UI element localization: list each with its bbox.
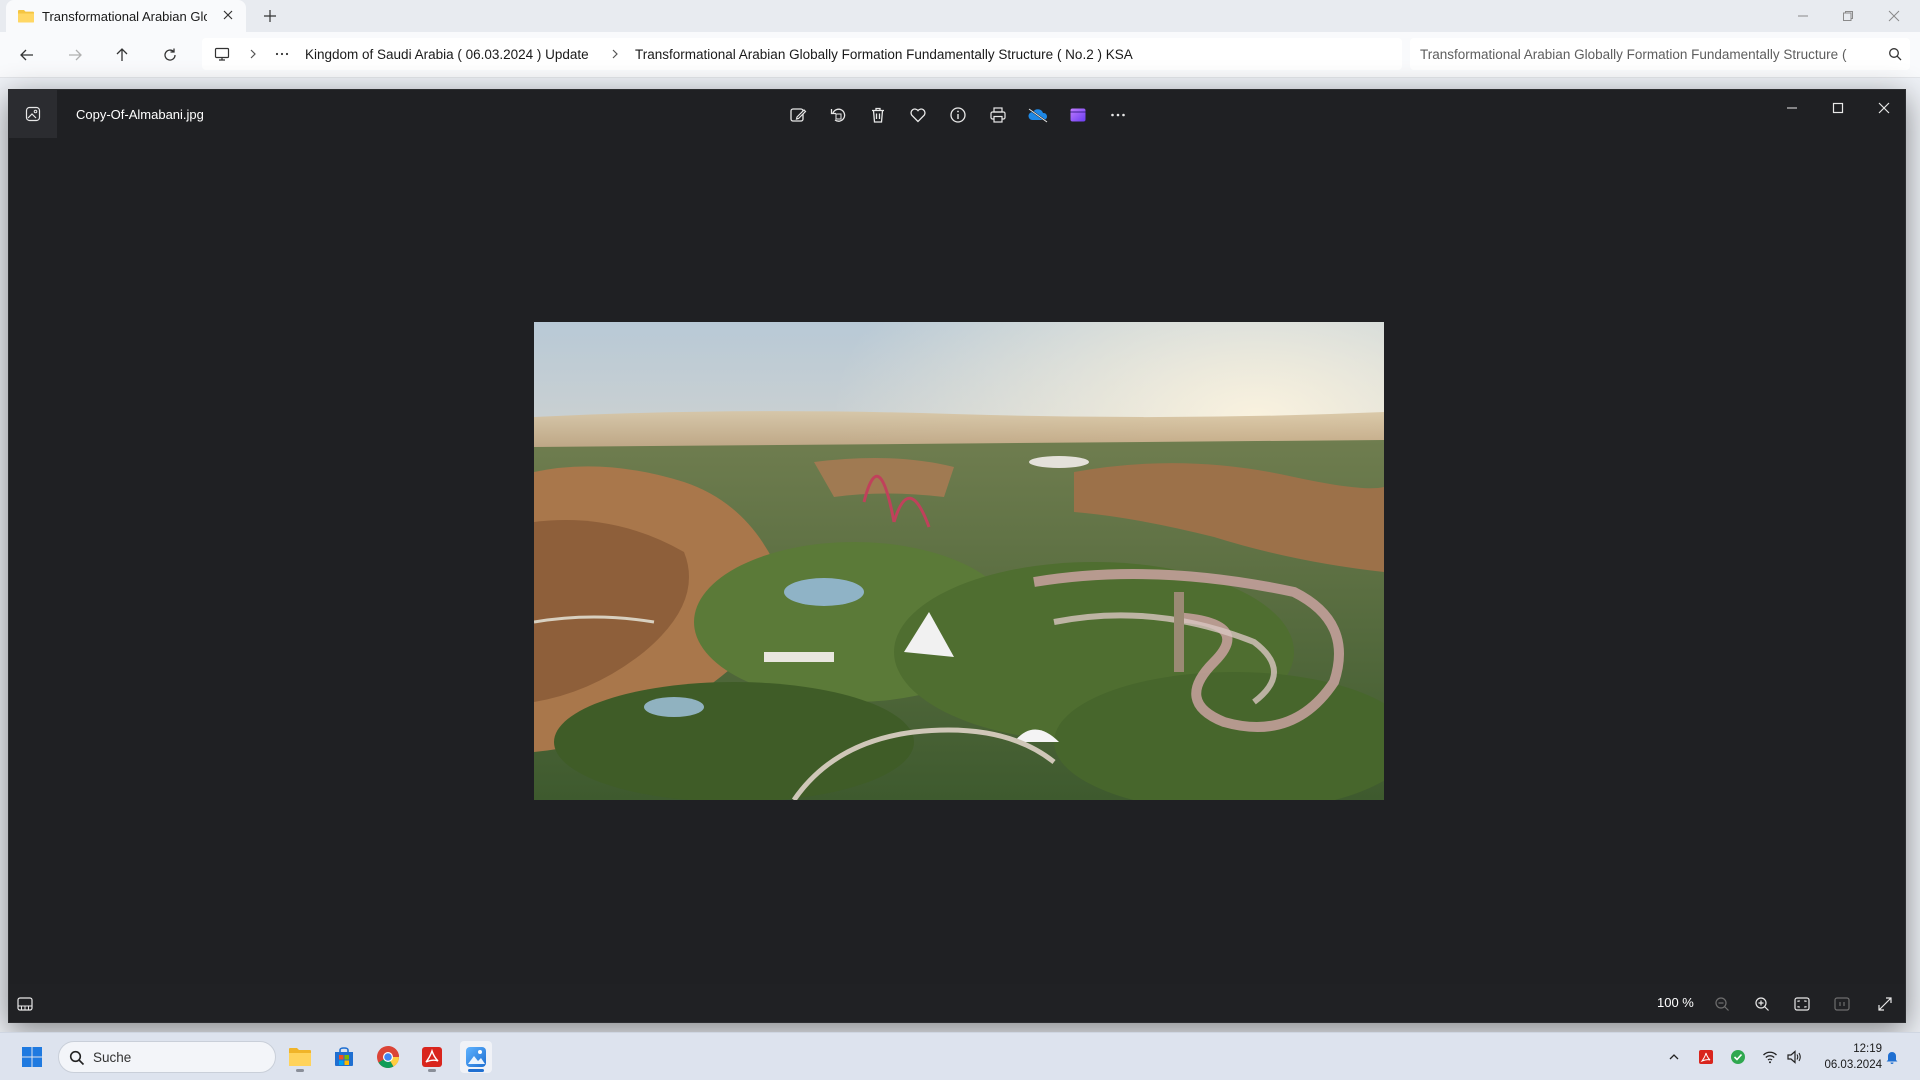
- clipchamp-icon[interactable]: [1067, 104, 1089, 126]
- edit-icon[interactable]: [787, 104, 809, 126]
- new-tab-icon[interactable]: [262, 8, 278, 24]
- system-clock[interactable]: 12:19 06.03.2024: [1806, 1041, 1882, 1073]
- print-icon[interactable]: [987, 104, 1009, 126]
- photos-filename: Copy-Of-Almabani.jpg: [76, 107, 204, 122]
- more-icon[interactable]: [1107, 104, 1129, 126]
- chevron-up-icon[interactable]: [1664, 1047, 1684, 1067]
- onedrive-icon[interactable]: [1027, 104, 1049, 126]
- favorite-icon[interactable]: [907, 104, 929, 126]
- back-arrow-icon[interactable]: [17, 45, 37, 65]
- explorer-minimize-icon[interactable]: [1793, 6, 1813, 26]
- tab-close-icon[interactable]: [222, 9, 234, 21]
- fit-to-window-icon[interactable]: [1792, 994, 1812, 1014]
- forward-arrow-icon[interactable]: [65, 45, 85, 65]
- explorer-nav-bar: Kingdom of Saudi Arabia ( 06.03.2024 ) U…: [0, 32, 1920, 78]
- info-icon[interactable]: [947, 104, 969, 126]
- explorer-tab[interactable]: Transformational Arabian Glob: [6, 0, 246, 32]
- taskbar-search-placeholder: Suche: [93, 1050, 132, 1065]
- file-explorer-icon[interactable]: [284, 1041, 316, 1073]
- photos-close-icon[interactable]: [1872, 98, 1896, 118]
- photos-minimize-icon[interactable]: [1780, 98, 1804, 118]
- explorer-close-icon[interactable]: [1884, 6, 1904, 26]
- photos-app-icon[interactable]: [9, 90, 57, 138]
- acrobat-tray-icon[interactable]: [1696, 1047, 1716, 1067]
- breadcrumb-item[interactable]: Kingdom of Saudi Arabia ( 06.03.2024 ) U…: [305, 47, 589, 62]
- notification-bell-icon[interactable]: [1882, 1047, 1902, 1067]
- chevron-right-icon[interactable]: [248, 49, 258, 59]
- breadcrumb-item[interactable]: Transformational Arabian Globally Format…: [635, 47, 1133, 62]
- photos-footer: 100 %: [9, 984, 1905, 1022]
- explorer-restore-icon[interactable]: [1838, 6, 1858, 26]
- explorer-tab-bar: Transformational Arabian Glob: [0, 0, 1920, 32]
- acrobat-icon[interactable]: [416, 1041, 448, 1073]
- search-icon[interactable]: [1888, 47, 1902, 61]
- rotate-icon[interactable]: [827, 104, 849, 126]
- windows-start-icon[interactable]: [16, 1041, 48, 1073]
- search-icon: [69, 1050, 85, 1066]
- volume-icon[interactable]: [1784, 1047, 1804, 1067]
- photos-maximize-icon[interactable]: [1826, 98, 1850, 118]
- explorer-search-text: Transformational Arabian Globally Format…: [1420, 47, 1847, 62]
- filmstrip-icon[interactable]: [15, 994, 35, 1014]
- clock-date: 06.03.2024: [1824, 1059, 1882, 1071]
- zoom-in-icon[interactable]: [1752, 994, 1772, 1014]
- zoom-out-icon[interactable]: [1712, 994, 1732, 1014]
- this-pc-icon: [214, 46, 230, 62]
- wifi-icon[interactable]: [1760, 1047, 1780, 1067]
- chrome-icon[interactable]: [372, 1041, 404, 1073]
- tab-title: Transformational Arabian Glob: [42, 8, 207, 24]
- security-check-icon[interactable]: [1728, 1047, 1748, 1067]
- microsoft-store-icon[interactable]: [328, 1041, 360, 1073]
- photos-icon[interactable]: [460, 1041, 492, 1073]
- fullscreen-icon[interactable]: [1875, 994, 1895, 1014]
- actual-size-icon[interactable]: [1832, 994, 1852, 1014]
- ellipsis-icon[interactable]: [274, 46, 290, 62]
- taskbar: Suche 12:19 06.03.2024: [0, 1032, 1920, 1080]
- clock-time: 12:19: [1853, 1043, 1882, 1055]
- address-bar[interactable]: Kingdom of Saudi Arabia ( 06.03.2024 ) U…: [202, 38, 1402, 70]
- chevron-right-icon[interactable]: [610, 49, 620, 59]
- up-arrow-icon[interactable]: [112, 45, 132, 65]
- folder-icon: [18, 9, 34, 23]
- refresh-icon[interactable]: [160, 45, 180, 65]
- delete-icon[interactable]: [867, 104, 889, 126]
- zoom-level: 100 %: [1657, 995, 1694, 1010]
- taskbar-search-input[interactable]: Suche: [58, 1041, 276, 1073]
- explorer-search-input[interactable]: Transformational Arabian Globally Format…: [1410, 38, 1910, 70]
- viewer-image[interactable]: [534, 322, 1384, 800]
- photos-window: Copy-Of-Almabani.jpg 100 %: [8, 89, 1906, 1023]
